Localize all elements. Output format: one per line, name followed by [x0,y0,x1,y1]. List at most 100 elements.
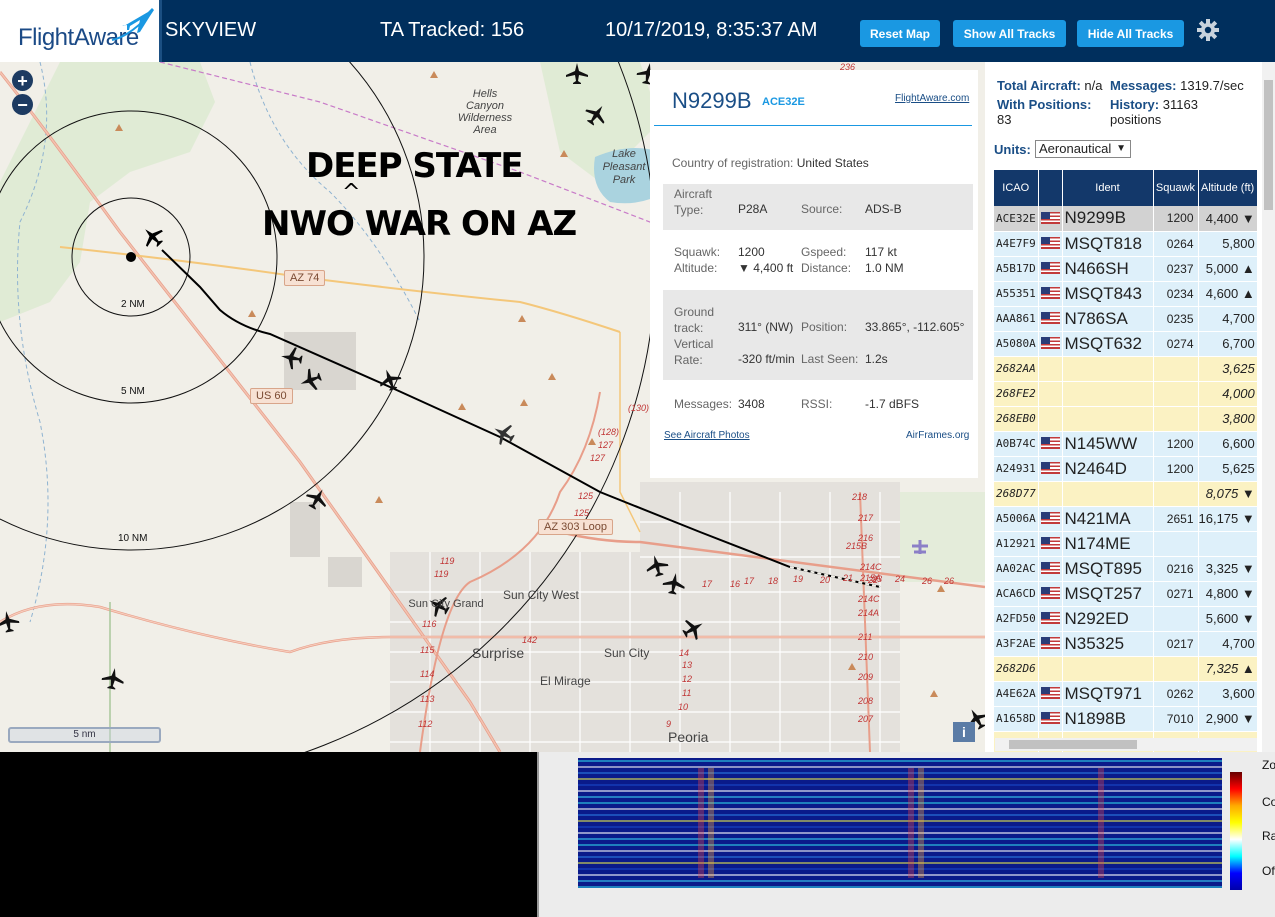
us-flag-icon [1040,537,1060,550]
flag-cell [1038,206,1063,232]
table-row[interactable]: A0B74C N145WW 1200 6,600 [994,431,1258,457]
flag-cell [1038,581,1063,607]
spectrum-band [578,796,1222,798]
route-number-label: 127 [590,453,606,463]
range-control-label[interactable]: Ra [1262,829,1275,843]
spectrum-band [578,820,1222,822]
aircraft-icon[interactable] [302,483,333,514]
route-number-label: 12 [682,674,693,684]
table-row[interactable]: A4E62A MSQT971 0262 3,600 [994,681,1258,707]
aircraft-icon[interactable] [0,609,21,634]
col-altitude[interactable]: Altitude (ft) [1198,170,1258,206]
units-label: Units: [994,142,1031,157]
contrast-control-label[interactable]: Con [1262,795,1275,809]
squawk-cell [1153,381,1199,407]
hide-all-tracks-button[interactable]: Hide All Tracks [1077,20,1184,47]
ident-cell: N466SH [1062,256,1154,282]
table-row[interactable]: A5006A N421MA 2651 16,175 ▼ [994,506,1258,532]
flightaware-logo[interactable]: FlightAware [0,0,162,62]
chevron-down-icon: ▼ [1116,143,1126,154]
table-row[interactable]: 2682AA 3,625 [994,356,1258,382]
aircraft-photos-link[interactable]: See Aircraft Photos [664,430,750,441]
aircraft-icon[interactable] [279,345,304,371]
table-row[interactable]: A5080A MSQT632 0274 6,700 [994,331,1258,357]
sidebar-vertical-scrollbar[interactable] [1262,62,1275,752]
flag-cell [1038,681,1063,707]
table-row[interactable]: ACA6CD MSQT257 0271 4,800 ▼ [994,581,1258,607]
col-ident[interactable]: Ident [1062,170,1154,206]
aircraft-icon[interactable] [661,571,687,596]
table-row[interactable]: A12921 N174ME [994,531,1258,557]
spectrum-band [578,784,1222,786]
sidebar-horizontal-scrollbar[interactable] [995,738,1257,751]
table-row[interactable]: 2682D6 7,325 ▲ [994,656,1258,682]
gear-icon[interactable] [1196,18,1220,42]
col-squawk[interactable]: Squawk [1153,170,1199,206]
aircraft-icon[interactable] [678,613,709,644]
app-name: SKYVIEW [165,19,257,41]
ground-track-value: 311° (NW) [738,320,794,334]
zoom-control-label[interactable]: Zo [1262,758,1275,772]
table-row[interactable]: A55351 MSQT843 0234 4,600 ▲ [994,281,1258,307]
info-button[interactable]: i [953,722,975,742]
table-row[interactable]: A3F2AE N35325 0217 4,700 [994,631,1258,657]
table-row[interactable]: A2FD50 N292ED 5,600 ▼ [994,606,1258,632]
gspeed-value: 117 kt [865,245,897,259]
scroll-thumb[interactable] [1009,740,1137,749]
units-select[interactable]: Aeronautical ▼ [1035,140,1131,158]
annotation-deep-state: DEEP STATE [306,146,524,186]
table-row[interactable]: A5B17D N466SH 0237 5,000 ▲ [994,256,1258,282]
ident-cell: N1898B [1062,706,1154,732]
table-row[interactable]: ACE32E N9299B 1200 4,400 ▼ [994,206,1258,232]
aircraft-icon[interactable] [643,552,671,579]
aircraft-sidebar: Total Aircraft: n/a Messages: 1319.7/sec… [985,62,1275,752]
table-row[interactable]: 268FE2 4,000 [994,381,1258,407]
us-flag-icon [1040,512,1060,525]
route-number-label: 214C [860,562,882,572]
ident-cell: MSQT971 [1062,681,1154,707]
table-row[interactable]: A24931 N2464D 1200 5,625 [994,456,1258,482]
flag-cell [1038,631,1063,657]
reset-map-button[interactable]: Reset Map [860,20,940,47]
zoom-in-button[interactable]: + [12,70,33,91]
table-row[interactable]: 268D77 8,075 ▼ [994,481,1258,507]
show-all-tracks-button[interactable]: Show All Tracks [953,20,1066,47]
aircraft-icon[interactable] [566,63,588,84]
ident-cell [1062,356,1154,382]
us-flag-icon [1040,587,1060,600]
col-icao[interactable]: ICAO [994,170,1039,206]
altitude-cell: 4,600 ▲ [1198,281,1258,307]
positions-value: 83 [997,112,1012,127]
aircraft-icon[interactable] [296,366,325,395]
zoom-out-button[interactable]: − [12,94,33,115]
route-number-label: 17 [702,579,713,589]
table-row[interactable]: AAA861 N786SA 0235 4,700 [994,306,1258,332]
aircraft-icon[interactable] [488,418,519,449]
flightaware-link[interactable]: FlightAware.com [895,93,969,104]
route-number-label: 115 [420,645,435,655]
squawk-cell: 0274 [1153,331,1199,357]
aircraft-info-popup: N9299B ACE32E FlightAware.com Country of… [650,70,978,478]
aircraft-icon[interactable] [375,365,404,394]
scroll-thumb[interactable] [1264,80,1273,210]
table-row[interactable]: A1658D N1898B 7010 2,900 ▼ [994,706,1258,732]
ident-cell [1062,481,1154,507]
col-flag[interactable] [1038,170,1063,206]
offset-control-label[interactable]: Off [1262,864,1275,878]
spectrum-band [578,844,1222,846]
aircraft-icon[interactable] [137,221,168,252]
airframes-link[interactable]: AirFrames.org [906,430,969,441]
icao-cell: A55351 [994,281,1039,307]
route-number-label: 207 [858,714,874,724]
table-row[interactable]: 268EB0 3,800 [994,406,1258,432]
route-number-label: 209 [858,672,874,682]
altitude-cell: 5,000 ▲ [1198,256,1258,282]
altitude-cell: 6,700 [1198,331,1258,357]
table-row[interactable]: AA02AC MSQT895 0216 3,325 ▼ [994,556,1258,582]
table-row[interactable]: A4E7F9 MSQT818 0264 5,800 [994,231,1258,257]
route-number-label: 210 [858,652,874,662]
aircraft-icon[interactable] [100,666,126,691]
route-number-label: 119 [440,556,455,566]
units-selected-value: Aeronautical [1039,141,1112,156]
aircraft-icon[interactable] [581,99,612,130]
